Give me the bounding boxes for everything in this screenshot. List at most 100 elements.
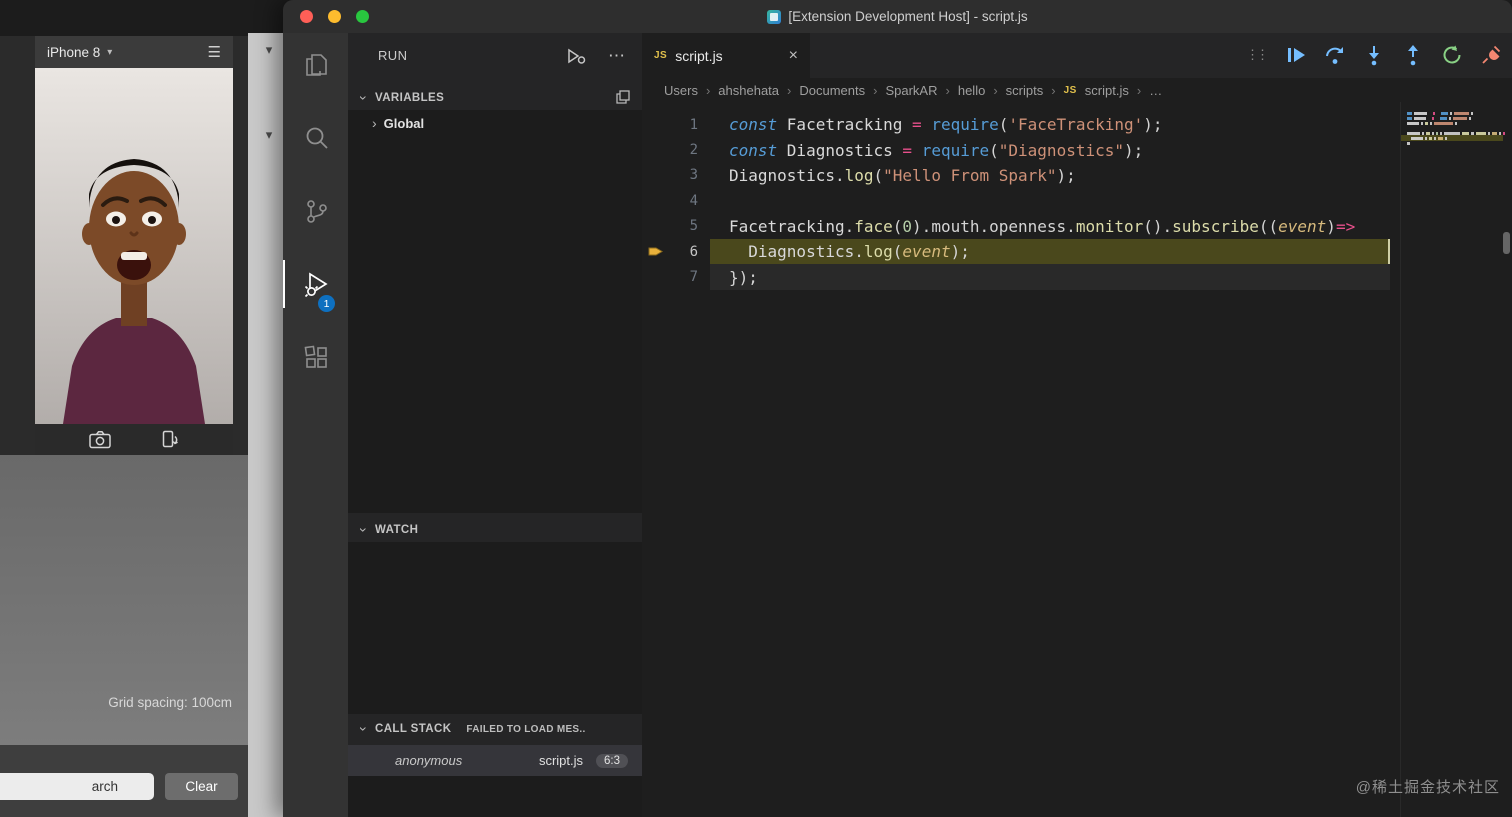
chevron-right-icon: › — [372, 115, 377, 131]
chevron-down-icon[interactable]: ▾ — [107, 47, 112, 58]
breadcrumb-separator-icon: › — [1136, 82, 1142, 98]
run-panel-header: RUN ⋯ — [348, 33, 642, 78]
step-out-icon[interactable] — [1402, 44, 1424, 66]
frame-name: anonymous — [395, 753, 463, 768]
tab-label: script.js — [675, 47, 723, 64]
step-into-icon[interactable] — [1363, 44, 1385, 66]
minimize-window-button[interactable] — [328, 10, 341, 23]
simulator-header: iPhone 8 ▾ ☰ — [35, 36, 233, 68]
breadcrumb-separator-icon: › — [1051, 82, 1056, 98]
code-line[interactable]: 5 Facetracking.face(0).mouth.openness.mon… — [642, 214, 1392, 239]
window-title-group: [Extension Development Host] - script.js — [283, 0, 1512, 33]
watch-section-label: WATCH — [375, 524, 419, 536]
frame-file: script.js — [538, 753, 583, 768]
code-line[interactable]: 2 const Diagnostics = require("Diagnostic… — [642, 137, 1392, 162]
breadcrumb-item[interactable]: hello — [958, 83, 985, 98]
line-number: 7 — [689, 269, 698, 286]
title-bar[interactable]: [Extension Development Host] - script.js — [283, 0, 1512, 33]
frame-location-badge: 6:3 — [596, 753, 628, 768]
breadcrumb-separator-icon: › — [787, 82, 792, 98]
launch-configuration-icon[interactable] — [566, 47, 586, 65]
editor-group: JS script.js × ⋮⋮ Users › ahshehata › Do… — [642, 33, 1512, 817]
debug-badge: 1 — [318, 295, 335, 312]
drag-handle-icon[interactable]: ⋮⋮ — [1246, 47, 1269, 63]
app-icon — [767, 9, 782, 24]
breadcrumb-separator-icon: › — [993, 82, 998, 98]
more-actions-icon[interactable]: ⋯ — [608, 46, 626, 66]
vscode-window: [Extension Development Host] - script.js — [283, 0, 1512, 817]
code-text: Facetracking.face(0).mouth.openness.moni… — [729, 216, 1356, 236]
flip-camera-icon[interactable] — [89, 430, 112, 449]
collapse-all-icon[interactable] — [616, 89, 630, 104]
camera-preview[interactable] — [35, 68, 233, 424]
close-icon[interactable]: × — [789, 47, 798, 65]
tab-bar: JS script.js × ⋮⋮ — [642, 33, 1512, 78]
device-selector[interactable]: iPhone 8 — [47, 45, 100, 60]
line-number: 1 — [689, 116, 698, 133]
call-stack-section-header[interactable]: › CALL STACK FAILED TO LOAD MES.. — [348, 717, 642, 741]
zoom-window-button[interactable] — [356, 10, 369, 23]
code-line[interactable]: 7}); — [642, 264, 1392, 289]
code-line[interactable]: 3 Diagnostics.log("Hello From Spark"); — [642, 163, 1392, 188]
debug-execution-pointer-icon — [648, 247, 663, 256]
restart-icon[interactable] — [1441, 44, 1463, 66]
minimap[interactable] — [1400, 102, 1512, 817]
scrollbar-thumb[interactable] — [1503, 232, 1510, 254]
close-window-button[interactable] — [300, 10, 313, 23]
call-stack-frame[interactable]: anonymous script.js 6:3 — [348, 745, 642, 776]
line-number: 3 — [689, 167, 698, 184]
spark-footer-bar: Clear — [0, 745, 248, 817]
code-text: Diagnostics.log("Hello From Spark"); — [729, 165, 1076, 185]
breadcrumb-item[interactable]: ahshehata — [718, 83, 779, 98]
breadcrumb[interactable]: Users › ahshehata › Documents › SparkAR › hello ›… — [642, 78, 1512, 102]
variables-scope-global[interactable]: › Global — [348, 110, 642, 136]
line-number: 4 — [689, 192, 698, 209]
variables-section-body: › Global — [348, 110, 642, 513]
disconnect-icon[interactable] — [1480, 44, 1502, 66]
person-preview-image — [35, 68, 233, 424]
code-text: const Diagnostics = require("Diagnostics… — [729, 140, 1144, 160]
code-area[interactable]: 1 const Facetracking = require('FaceTrack… — [642, 112, 1392, 290]
rotate-device-icon[interactable] — [158, 430, 179, 449]
js-file-icon: JS — [654, 50, 668, 61]
activity-bar: 1 — [283, 33, 348, 817]
continue-icon[interactable] — [1285, 44, 1307, 66]
breadcrumb-item[interactable]: SparkAR — [885, 83, 937, 98]
3d-viewport[interactable]: Grid spacing: 100cm — [0, 455, 248, 745]
breadcrumb-item[interactable]: scripts — [1006, 83, 1044, 98]
call-stack-section-label: CALL STACK — [375, 723, 452, 735]
simulator-panel: iPhone 8 ▾ ☰ — [35, 36, 233, 455]
variables-section-label: VARIABLES — [375, 92, 445, 104]
breadcrumb-tail[interactable]: … — [1149, 83, 1162, 98]
chevron-down-icon: › — [356, 726, 372, 732]
callstack-rows: anonymous script.js 6:3 — [348, 745, 642, 776]
clear-button[interactable]: Clear — [165, 773, 238, 800]
source-control-icon[interactable] — [283, 187, 348, 235]
run-and-debug-icon[interactable] — [283, 260, 348, 308]
breadcrumb-file[interactable]: script.js — [1085, 83, 1129, 98]
chevron-down-icon: › — [356, 527, 372, 533]
window-title: [Extension Development Host] - script.js — [788, 9, 1028, 24]
menu-icon[interactable]: ☰ — [208, 43, 221, 61]
call-stack-section-body — [348, 776, 642, 817]
explorer-icon[interactable] — [283, 41, 348, 89]
debug-toolbar: ⋮⋮ — [1246, 42, 1502, 68]
run-and-debug-sidebar: RUN ⋯ › VARIABLES › Global › WATCH › CAL… — [348, 33, 642, 817]
js-file-icon: JS — [1063, 84, 1077, 96]
breadcrumb-item[interactable]: Documents — [799, 83, 865, 98]
breadcrumb-item[interactable]: Users — [664, 83, 698, 98]
run-panel-title: RUN — [378, 48, 408, 63]
extensions-icon[interactable] — [283, 333, 348, 381]
step-over-icon[interactable] — [1324, 44, 1346, 66]
watch-section-header[interactable]: › WATCH — [348, 518, 642, 542]
window-controls — [300, 10, 369, 23]
code-text: }); — [729, 267, 758, 287]
code-line[interactable]: 6 Diagnostics.log(event); — [642, 239, 1392, 264]
variables-section-header[interactable]: › VARIABLES — [348, 86, 642, 110]
code-line[interactable]: 1 const Facetracking = require('FaceTrack… — [642, 112, 1392, 137]
search-input[interactable] — [0, 773, 154, 800]
search-icon[interactable] — [283, 114, 348, 162]
code-line[interactable]: 4 — [642, 188, 1392, 213]
call-stack-status-note: FAILED TO LOAD MES.. — [466, 723, 586, 735]
tab-script-js[interactable]: JS script.js × — [642, 33, 810, 78]
